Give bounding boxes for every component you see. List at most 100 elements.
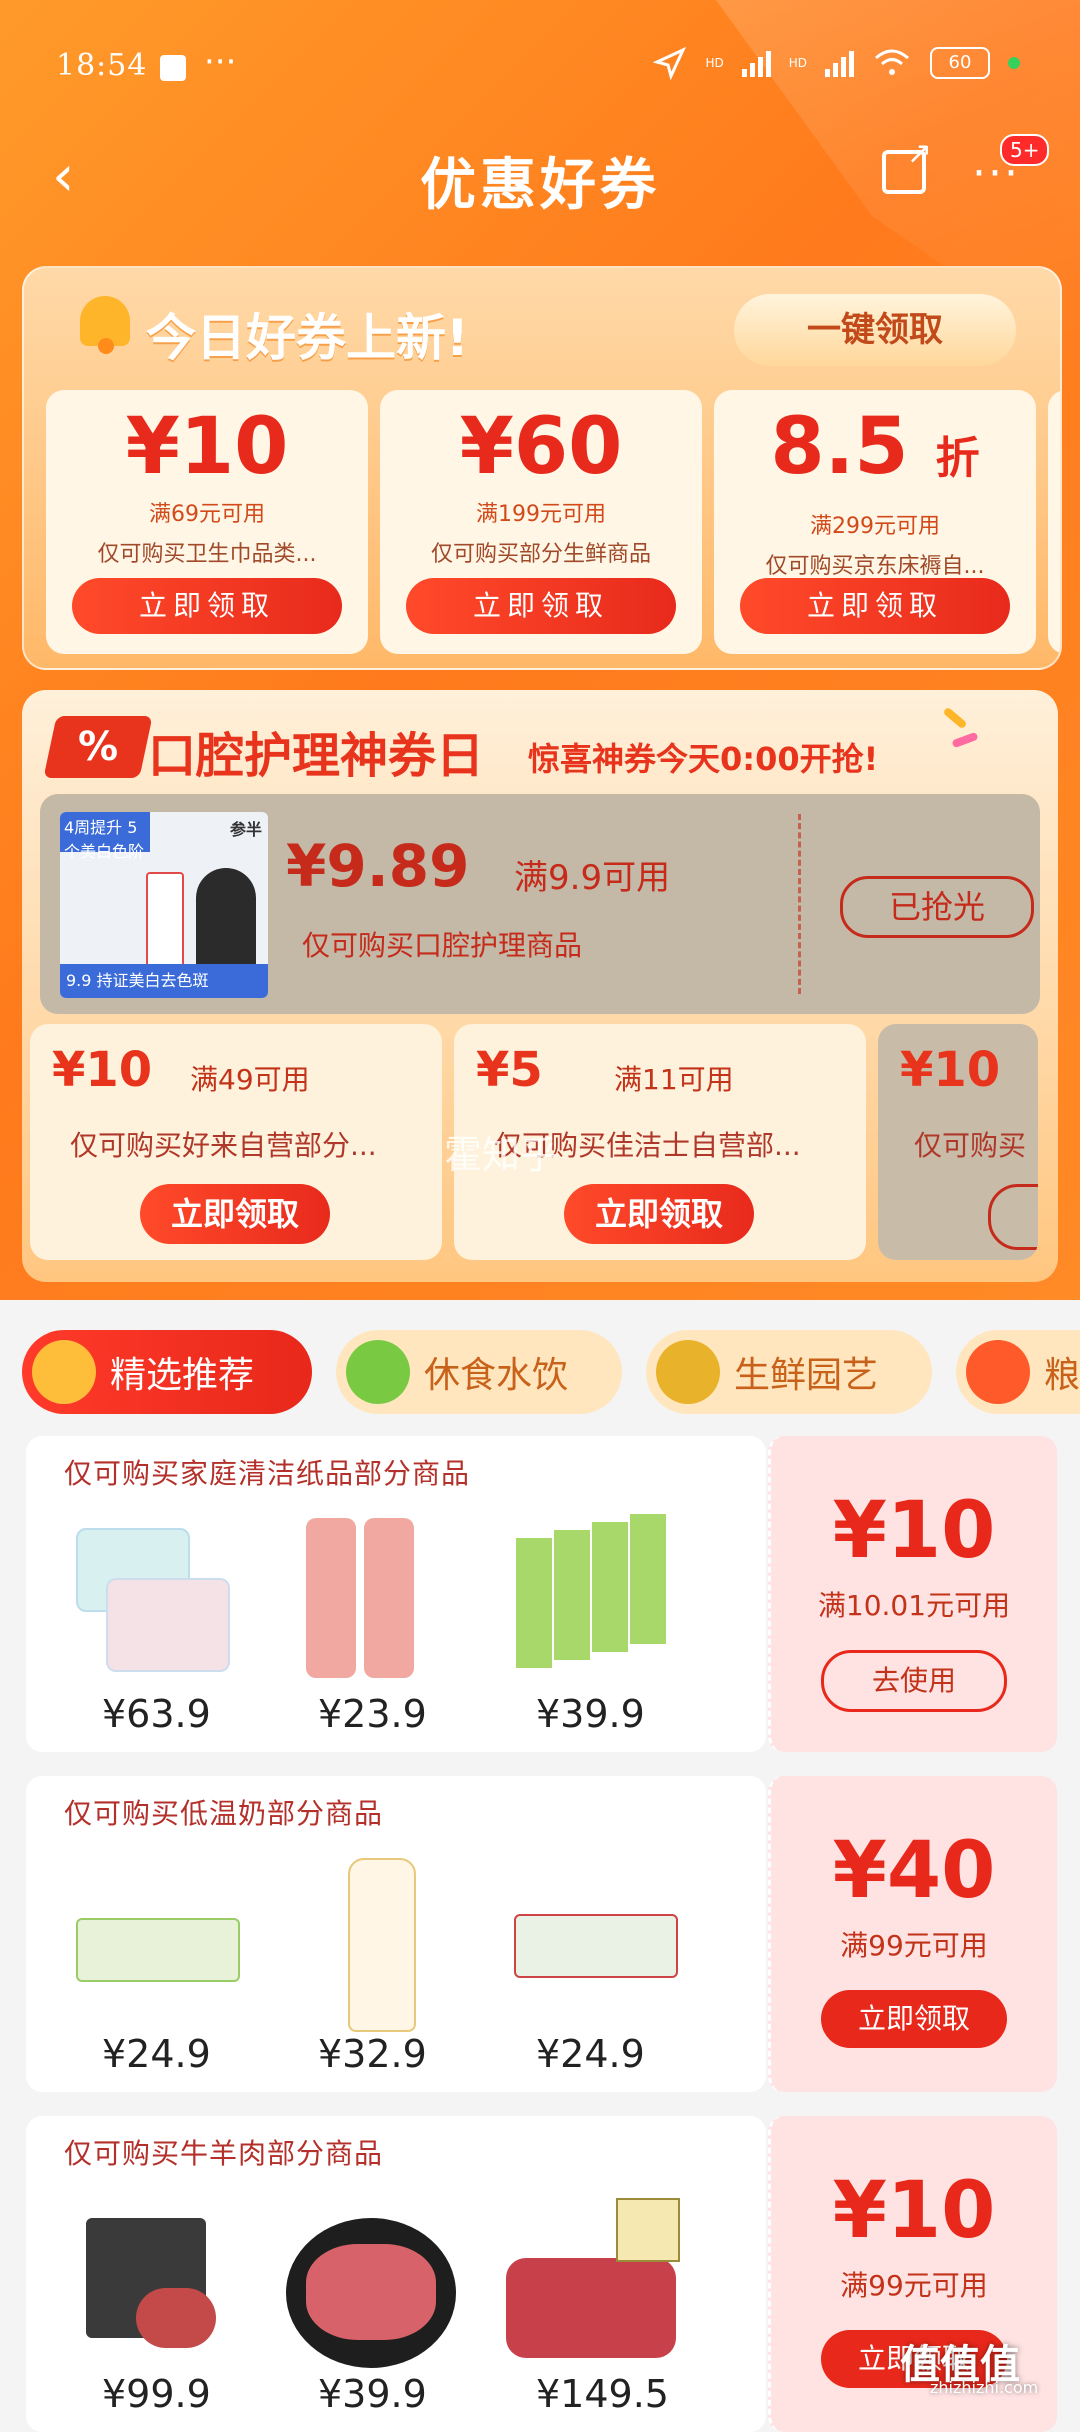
durian-icon xyxy=(656,1340,720,1404)
claim-button[interactable]: 立即领取 xyxy=(821,1990,1007,2048)
claim-all-button[interactable]: 一键领取 xyxy=(734,294,1016,366)
goods-panel: 仅可购买低温奶部分商品 ¥24.9 ¥32.9 ¥24.9 xyxy=(26,1776,766,2092)
toothpaste-tube xyxy=(146,872,184,976)
coupon-amount: ¥10 xyxy=(832,1486,996,1576)
dish-soap-image[interactable] xyxy=(276,1508,456,1708)
coupon-amount: ¥60 xyxy=(459,402,623,492)
status-more-icon: ··· xyxy=(204,42,237,82)
coupon-condition: 满99元可用 xyxy=(840,1929,988,1962)
divider xyxy=(798,814,801,994)
claim-button[interactable]: 立即领取 xyxy=(740,578,1010,634)
coupon-scope: 仅可购买卫生巾品类... xyxy=(97,542,317,567)
share-icon[interactable] xyxy=(882,136,932,194)
use-coupon-button[interactable]: 去使用 xyxy=(821,1650,1007,1712)
tab-fresh[interactable]: 生鲜园艺 xyxy=(646,1330,932,1414)
coupon-condition: 满10.01元可用 xyxy=(817,1589,1011,1622)
coupon-amount: 8.5 xyxy=(770,402,909,492)
notification-icon xyxy=(160,55,186,81)
goods-panel: 仅可购买牛羊肉部分商品 ¥99.9 ¥39.9 ¥149.5 xyxy=(26,2116,766,2432)
tab-label: 生鲜园艺 xyxy=(734,1355,879,1396)
toothpaste-product-image: 4周提升 5个美白色阶 参半 9.9 持证美白去色斑 xyxy=(60,812,268,998)
coupon-icon xyxy=(32,1340,96,1404)
tab-featured[interactable]: 精选推荐 xyxy=(22,1330,312,1414)
coupon-condition: 满69元可用 xyxy=(149,502,265,527)
claim-button-partial[interactable] xyxy=(988,1184,1038,1250)
coupon-amount: ¥10 xyxy=(832,2166,996,2256)
featured-price: ¥9.89 xyxy=(286,832,470,900)
coupon-amount: ¥40 xyxy=(832,1826,996,1916)
coupon-condition: 满199元可用 xyxy=(476,502,606,527)
coupon-condition: 满11可用 xyxy=(614,1063,734,1096)
product-price: ¥24.9 xyxy=(536,2032,645,2076)
coupon-amount: ¥10 xyxy=(900,1042,1001,1098)
coupon-scope: 仅可购买 xyxy=(914,1129,1027,1162)
claim-button[interactable]: 立即领取 xyxy=(140,1184,330,1244)
product-price: ¥149.5 xyxy=(536,2372,669,2416)
oral-care-section: % 口腔护理神券日 惊喜神券今天0:00开抢! 4周提升 5个美白色阶 参半 9… xyxy=(22,690,1058,1282)
yogurt-pack-image[interactable] xyxy=(504,1848,684,2048)
fresh-milk-image[interactable] xyxy=(302,1848,482,2048)
tab-label: 休食水饮 xyxy=(424,1355,569,1396)
notification-badge: 5+ xyxy=(1000,134,1050,166)
coupon-condition: 满99元可用 xyxy=(840,2269,988,2302)
tab-label: 精选推荐 xyxy=(110,1355,255,1396)
snack-icon xyxy=(346,1340,410,1404)
status-time: 18:54 xyxy=(56,48,148,83)
sold-out-button[interactable]: 已抢光 xyxy=(840,876,1034,938)
product-strip: 9.9 持证美白去色斑 xyxy=(60,964,268,998)
product-price: ¥63.9 xyxy=(102,1692,211,1736)
navigation-bar: ‹ 优惠好券 ··· 5+ xyxy=(0,130,1080,230)
goods-panel: 仅可购买家庭清洁纸品部分商品 ¥63.9 ¥23.9 ¥39.9 xyxy=(26,1436,766,1752)
beef-steak-image[interactable] xyxy=(66,2188,246,2388)
tab-label: 粮 xyxy=(1043,1355,1080,1396)
discount-icon: % xyxy=(43,716,153,778)
product-tag: 4周提升 5个美白色阶 xyxy=(60,812,150,861)
coupon-card: ¥10 满69元可用 仅可购买卫生巾品类... 立即领取 xyxy=(46,390,368,654)
oral-subheading: 惊喜神券今天0:00开抢! xyxy=(528,740,879,778)
coupon-panel: ¥10 满10.01元可用 去使用 xyxy=(768,1436,1057,1752)
coupon-card-partial xyxy=(1048,390,1060,654)
featured-condition: 满9.9可用 xyxy=(514,858,671,898)
featured-scope: 仅可购买口腔护理商品 xyxy=(302,929,583,962)
coupon-condition: 满49可用 xyxy=(190,1063,310,1096)
detergent-pods-image[interactable] xyxy=(66,1508,246,1708)
product-price: ¥99.9 xyxy=(102,2372,211,2416)
lamb-slices-image[interactable] xyxy=(276,2188,456,2388)
coupon-panel: ¥40 满99元可用 立即领取 xyxy=(768,1776,1057,2092)
coupon-unit: 折 xyxy=(935,433,980,484)
beef-rolls-image[interactable] xyxy=(496,2188,680,2388)
watermark: 霍知乎 xyxy=(444,1133,559,1177)
confetti-icon xyxy=(942,706,986,754)
tab-snacks[interactable]: 休食水饮 xyxy=(336,1330,622,1414)
row-title: 仅可购买家庭清洁纸品部分商品 xyxy=(64,1457,471,1490)
yogurt-cups-image[interactable] xyxy=(66,1848,246,2048)
product-price: ¥32.9 xyxy=(318,2032,427,2076)
oral-heading: 口腔护理神券日 xyxy=(148,728,485,784)
featured-coupon: 4周提升 5个美白色阶 参半 9.9 持证美白去色斑 ¥9.89 满9.9可用 … xyxy=(40,794,1040,1014)
product-price: ¥39.9 xyxy=(536,1692,645,1736)
coupon-scope: 仅可购买部分生鲜商品 xyxy=(430,542,651,567)
signal-hd-label: HD xyxy=(705,56,724,70)
coupon-scope: 仅可购买好来自营部分... xyxy=(70,1129,377,1162)
status-bar: 18:54 ··· HD HD 60 xyxy=(0,0,1080,130)
signal-hd-label-2: HD xyxy=(788,56,807,70)
wifi-icon xyxy=(875,49,909,75)
coupon-card: 8.5 折 满299元可用 仅可购买京东床褥自... 立即领取 xyxy=(714,390,1036,654)
coupon-row-dairy: 仅可购买低温奶部分商品 ¥24.9 ¥32.9 ¥24.9 ¥40 满99元可用… xyxy=(26,1776,1057,2092)
tab-grain[interactable]: 粮 xyxy=(956,1330,1080,1414)
model-photo xyxy=(196,868,256,978)
coupon-scope: 仅可购买京东床褥自... xyxy=(765,554,985,579)
claim-button[interactable]: 立即领取 xyxy=(406,578,676,634)
product-price: ¥24.9 xyxy=(102,2032,211,2076)
coupon-amount: ¥10 xyxy=(52,1042,153,1098)
row-title: 仅可购买牛羊肉部分商品 xyxy=(64,2137,384,2170)
bell-icon xyxy=(64,288,140,354)
charging-dot xyxy=(1008,57,1020,69)
claim-button[interactable]: 立即领取 xyxy=(72,578,342,634)
mini-coupon: ¥10 满49可用 仅可购买好来自营部分... 立即领取 xyxy=(30,1024,442,1260)
coupon-row-cleaning: 仅可购买家庭清洁纸品部分商品 ¥63.9 ¥23.9 ¥39.9 ¥10 满10… xyxy=(26,1436,1057,1752)
claim-button[interactable]: 立即领取 xyxy=(564,1184,754,1244)
coupon-condition: 满299元可用 xyxy=(810,514,940,539)
today-coupons-card: 今日好券上新! 一键领取 ¥10 满69元可用 仅可购买卫生巾品类... 立即领… xyxy=(22,266,1062,670)
tissue-pack-image[interactable] xyxy=(496,1508,676,1708)
